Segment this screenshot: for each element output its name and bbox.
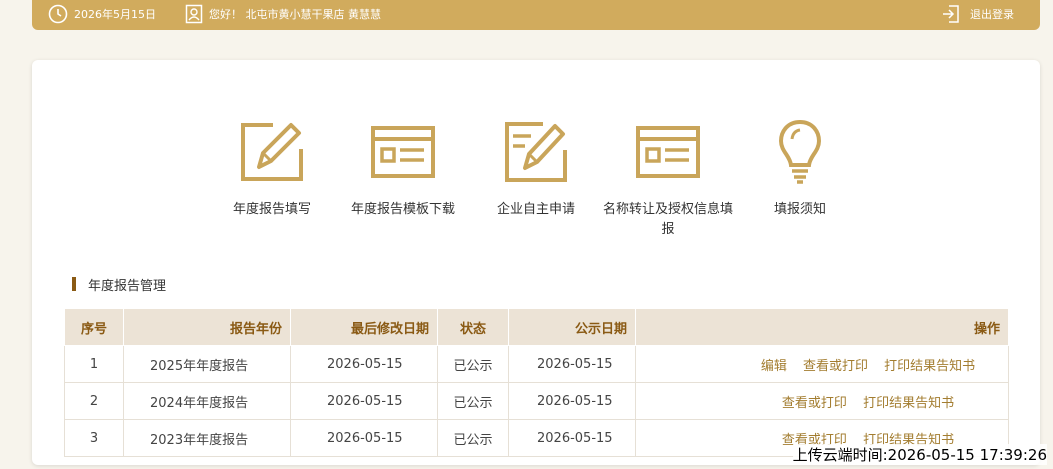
upload-timestamp: 上传云端时间:2026-05-15 17:39:26 bbox=[792, 444, 1047, 465]
user-greeting: 您好！ 北屯市黄小慧干果店 黄慧慧 bbox=[185, 0, 381, 28]
user-badge-icon bbox=[185, 4, 203, 24]
print-notice-link[interactable]: 打印结果告知书 bbox=[863, 396, 954, 411]
func-self-application[interactable]: 企业自主申请 bbox=[466, 118, 606, 220]
func-name-transfer[interactable]: 名称转让及授权信息填报 bbox=[598, 118, 738, 240]
lightbulb-icon bbox=[764, 118, 836, 186]
cell-year: 2023年年度报告 bbox=[123, 419, 291, 457]
logout-icon bbox=[943, 5, 959, 23]
cell-actions: 查看或打印 打印结果告知书 bbox=[635, 382, 1009, 420]
edit-link[interactable]: 编辑 bbox=[761, 359, 787, 374]
col-header-actions: 操作 bbox=[635, 308, 1009, 346]
top-bar: 2026年5月15日 您好！ 北屯市黄小慧干果店 黄慧慧 退出登录 bbox=[32, 0, 1040, 30]
func-annual-report-fill[interactable]: 年度报告填写 bbox=[202, 118, 342, 220]
view-print-link[interactable]: 查看或打印 bbox=[782, 396, 847, 411]
cell-year: 2025年年度报告 bbox=[123, 345, 291, 383]
cell-status: 已公示 bbox=[437, 345, 509, 383]
main-card: 年度报告填写 年度报告模板下载 企业自主申请 名称转让及授权信息填报 填报须知 … bbox=[32, 60, 1040, 465]
logout-button[interactable]: 退出登录 bbox=[942, 0, 1014, 28]
cell-published: 2026-05-15 bbox=[508, 382, 636, 420]
logout-label: 退出登录 bbox=[970, 8, 1014, 21]
cell-modified: 2026-05-15 bbox=[290, 419, 438, 457]
col-header-no: 序号 bbox=[64, 308, 124, 346]
info-form-icon bbox=[632, 118, 704, 186]
cell-published: 2026-05-15 bbox=[508, 345, 636, 383]
pencil-form-icon bbox=[236, 118, 308, 186]
col-header-published: 公示日期 bbox=[508, 308, 636, 346]
cell-modified: 2026-05-15 bbox=[290, 382, 438, 420]
greeting-text: 您好！ 北屯市黄小慧干果店 黄慧慧 bbox=[209, 8, 381, 21]
template-form-icon bbox=[367, 118, 439, 186]
table-header-row: 序号 报告年份 最后修改日期 状态 公示日期 操作 bbox=[64, 308, 1009, 346]
cell-published: 2026-05-15 bbox=[508, 419, 636, 457]
col-header-year: 报告年份 bbox=[123, 308, 291, 346]
table-row: 1 2025年年度报告 2026-05-15 已公示 2026-05-15 编辑… bbox=[64, 345, 1009, 383]
section-marker bbox=[72, 277, 76, 291]
annual-report-table: 序号 报告年份 最后修改日期 状态 公示日期 操作 1 2025年年度报告 20… bbox=[64, 308, 1009, 457]
date-text: 2026年5月15日 bbox=[74, 8, 156, 21]
col-header-status: 状态 bbox=[437, 308, 509, 346]
func-label: 年度报告模板下载 bbox=[350, 202, 455, 217]
date-display: 2026年5月15日 bbox=[48, 0, 156, 28]
func-label: 年度报告填写 bbox=[232, 202, 311, 217]
cell-no: 1 bbox=[64, 345, 124, 383]
func-label: 企业自主申请 bbox=[496, 202, 575, 217]
col-header-modified: 最后修改日期 bbox=[290, 308, 438, 346]
cell-year: 2024年年度报告 bbox=[123, 382, 291, 420]
func-label: 填报须知 bbox=[773, 202, 826, 217]
section-title-text: 年度报告管理 bbox=[88, 278, 167, 294]
cell-actions: 编辑 查看或打印 打印结果告知书 bbox=[635, 345, 1009, 383]
func-filing-notice[interactable]: 填报须知 bbox=[730, 118, 870, 220]
cell-no: 3 bbox=[64, 419, 124, 457]
table-row: 2 2024年年度报告 2026-05-15 已公示 2026-05-15 查看… bbox=[64, 382, 1009, 420]
cell-modified: 2026-05-15 bbox=[290, 345, 438, 383]
print-notice-link[interactable]: 打印结果告知书 bbox=[884, 359, 975, 374]
edit-document-icon bbox=[500, 118, 572, 186]
clock-icon bbox=[48, 4, 68, 24]
func-template-download[interactable]: 年度报告模板下载 bbox=[333, 118, 473, 220]
cell-no: 2 bbox=[64, 382, 124, 420]
section-title: 年度报告管理 bbox=[72, 276, 167, 294]
cell-status: 已公示 bbox=[437, 382, 509, 420]
view-print-link[interactable]: 查看或打印 bbox=[803, 359, 868, 374]
cell-status: 已公示 bbox=[437, 419, 509, 457]
func-label: 名称转让及授权信息填报 bbox=[602, 202, 733, 237]
